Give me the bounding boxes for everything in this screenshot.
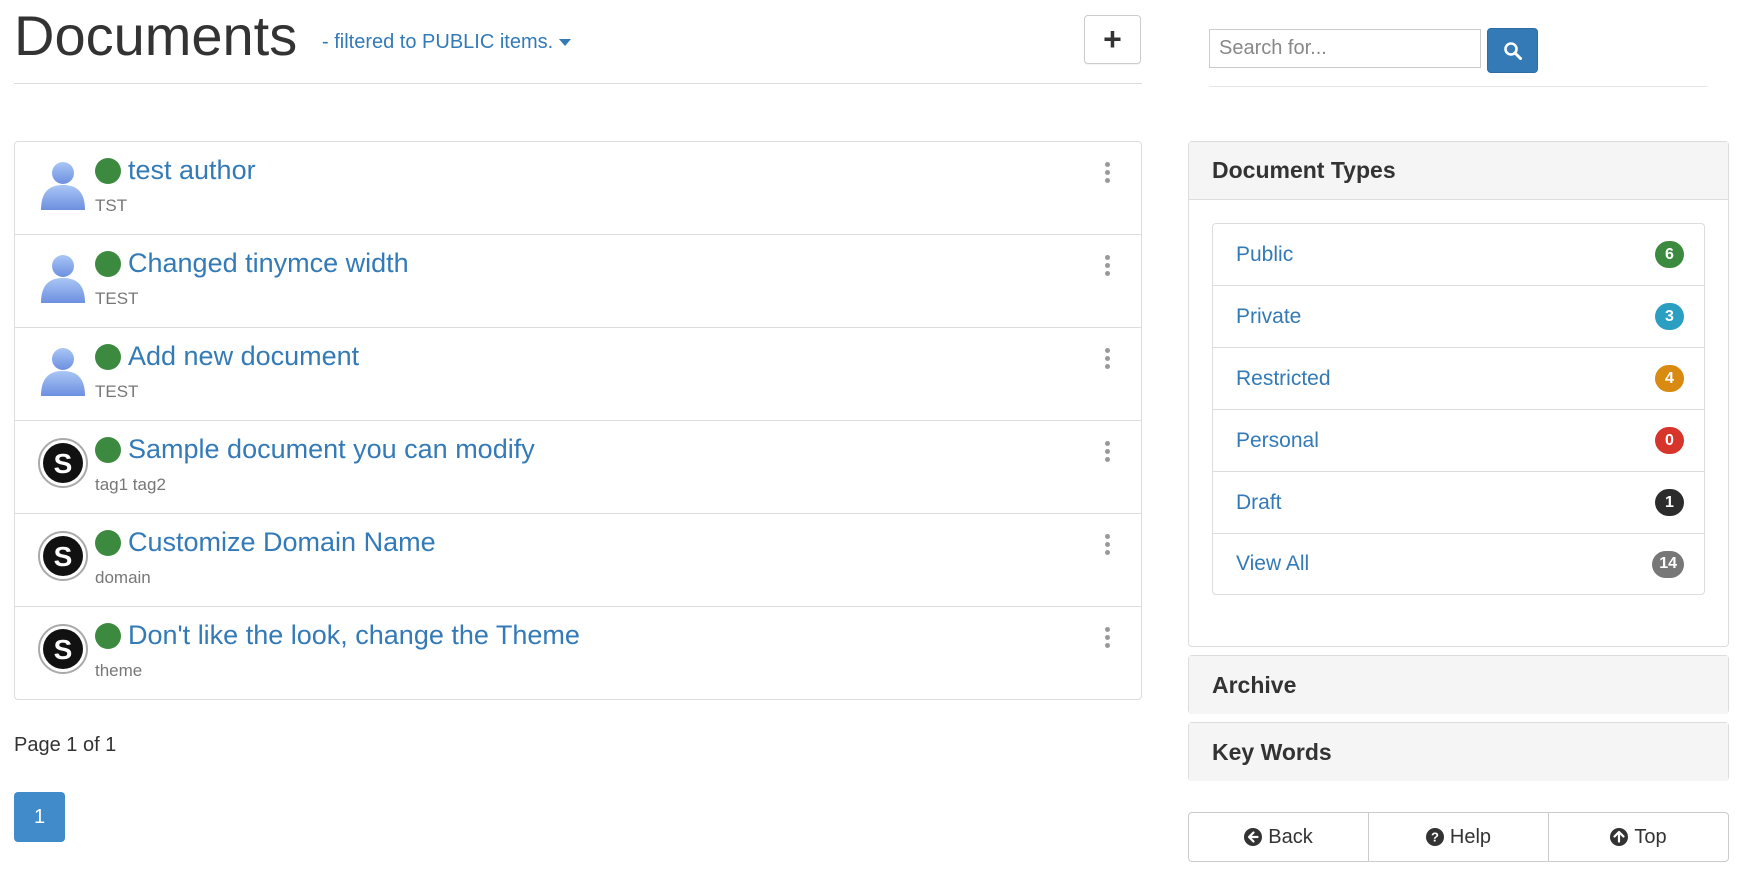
- more-vertical-icon[interactable]: [1102, 534, 1112, 556]
- doc-type-label: Draft: [1236, 490, 1282, 514]
- top-label: Top: [1634, 825, 1667, 848]
- svg-text:?: ?: [1431, 830, 1439, 845]
- document-types-list: Public 6 Private 3 Restricted 4 Personal…: [1212, 223, 1705, 595]
- s-logo-icon: S: [38, 438, 88, 488]
- document-tags: theme: [95, 661, 143, 680]
- help-button[interactable]: ? Help: [1368, 812, 1549, 862]
- search-divider: [1209, 86, 1707, 87]
- document-tags: TST: [95, 196, 128, 215]
- page-1-button[interactable]: 1: [14, 792, 65, 842]
- footer-nav: Back ? Help Top: [1188, 812, 1729, 862]
- archive-panel: Archive: [1188, 655, 1729, 714]
- document-title-link[interactable]: Sample document you can modify: [128, 434, 535, 465]
- svg-text:S: S: [54, 448, 73, 479]
- count-badge: 6: [1655, 241, 1684, 268]
- page-title: Documents: [14, 4, 298, 67]
- user-silhouette-icon: [41, 255, 85, 303]
- search-button[interactable]: [1487, 28, 1538, 73]
- document-tags: TEST: [95, 382, 139, 401]
- status-public-icon: [95, 623, 121, 649]
- doc-type-view-all[interactable]: View All 14: [1213, 534, 1704, 594]
- doc-type-label: Personal: [1236, 428, 1319, 452]
- document-tags: tag1 tag2: [95, 475, 166, 494]
- list-item: S Don't like the look, change the Theme …: [15, 607, 1141, 699]
- keywords-panel: Key Words: [1188, 722, 1729, 781]
- document-title-link[interactable]: test author: [128, 155, 256, 186]
- question-circle-icon: ?: [1425, 828, 1444, 846]
- doc-type-restricted[interactable]: Restricted 4: [1213, 348, 1704, 410]
- list-item: S Customize Domain Name domain: [15, 514, 1141, 607]
- search-icon: [1503, 41, 1522, 60]
- back-label: Back: [1268, 825, 1313, 848]
- title-divider: [14, 83, 1142, 84]
- list-item: Add new document TEST: [15, 328, 1141, 421]
- caret-down-icon: [559, 39, 572, 47]
- list-item: test author TST: [15, 142, 1141, 235]
- document-list: test author TST Changed tinymce width TE…: [14, 141, 1142, 700]
- list-item: Changed tinymce width TEST: [15, 235, 1141, 328]
- document-types-heading[interactable]: Document Types: [1189, 142, 1728, 200]
- page-info: Page 1 of 1: [14, 734, 117, 756]
- doc-type-personal[interactable]: Personal 0: [1213, 410, 1704, 472]
- document-title-link[interactable]: Add new document: [128, 341, 359, 372]
- doc-type-public[interactable]: Public 6: [1213, 224, 1704, 286]
- status-public-icon: [95, 344, 121, 370]
- more-vertical-icon[interactable]: [1102, 162, 1112, 184]
- back-button[interactable]: Back: [1188, 812, 1369, 862]
- status-public-icon: [95, 530, 121, 556]
- status-public-icon: [95, 251, 121, 277]
- keywords-heading[interactable]: Key Words: [1189, 723, 1728, 781]
- user-silhouette-icon: [41, 162, 85, 210]
- count-badge: 4: [1655, 365, 1684, 392]
- count-badge: 0: [1655, 427, 1684, 454]
- more-vertical-icon[interactable]: [1102, 255, 1112, 277]
- top-button[interactable]: Top: [1548, 812, 1729, 862]
- arrow-left-circle-icon: [1244, 828, 1263, 846]
- doc-type-label: View All: [1236, 552, 1310, 575]
- doc-type-label: Restricted: [1236, 366, 1331, 390]
- document-tags: domain: [95, 568, 151, 587]
- s-logo-icon: S: [38, 624, 88, 674]
- archive-heading[interactable]: Archive: [1189, 656, 1728, 714]
- s-logo-icon: S: [38, 531, 88, 581]
- document-title-link[interactable]: Customize Domain Name: [128, 527, 436, 558]
- user-silhouette-icon: [41, 348, 85, 396]
- filter-label: - filtered to PUBLIC items.: [322, 31, 554, 53]
- count-badge: 3: [1655, 303, 1684, 330]
- status-public-icon: [95, 158, 121, 184]
- document-types-panel: Document Types Public 6 Private 3 Restri…: [1188, 141, 1729, 647]
- more-vertical-icon[interactable]: [1102, 441, 1112, 463]
- document-title-link[interactable]: Changed tinymce width: [128, 248, 409, 279]
- status-public-icon: [95, 437, 121, 463]
- list-item: S Sample document you can modify tag1 ta…: [15, 421, 1141, 514]
- doc-type-label: Private: [1236, 304, 1302, 328]
- doc-type-draft[interactable]: Draft 1: [1213, 472, 1704, 534]
- document-tags: TEST: [95, 289, 139, 308]
- more-vertical-icon[interactable]: [1102, 627, 1112, 649]
- search-input[interactable]: [1209, 29, 1481, 68]
- document-title-link[interactable]: Don't like the look, change the Theme: [128, 620, 580, 651]
- help-label: Help: [1449, 825, 1492, 848]
- filter-dropdown[interactable]: - filtered to PUBLIC items.: [322, 31, 572, 54]
- more-vertical-icon[interactable]: [1102, 348, 1112, 370]
- svg-text:S: S: [54, 634, 73, 665]
- count-badge: 1: [1655, 489, 1684, 516]
- add-document-button[interactable]: +: [1084, 15, 1141, 64]
- arrow-up-circle-icon: [1610, 828, 1629, 846]
- doc-type-private[interactable]: Private 3: [1213, 286, 1704, 348]
- svg-text:S: S: [54, 541, 73, 572]
- doc-type-label: Public: [1236, 242, 1294, 266]
- count-badge: 14: [1652, 550, 1684, 578]
